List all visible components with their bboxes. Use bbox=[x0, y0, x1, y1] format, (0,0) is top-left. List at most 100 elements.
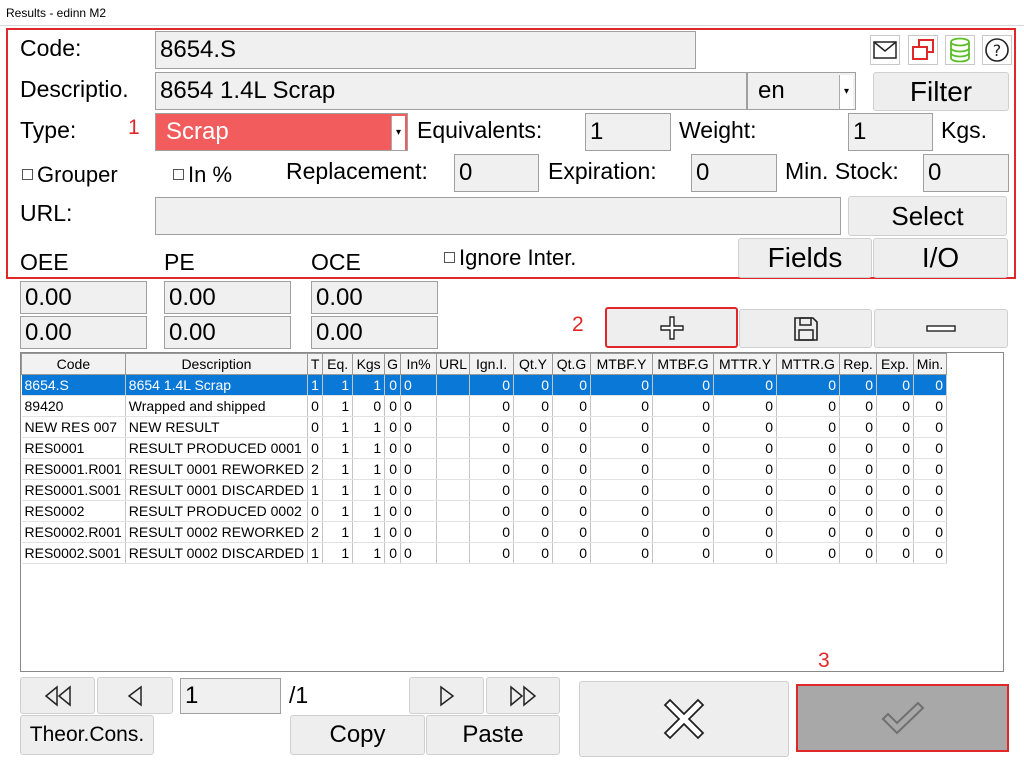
add-button[interactable] bbox=[605, 307, 738, 348]
table-cell: 1 bbox=[352, 542, 386, 564]
language-select[interactable]: en ▾ bbox=[747, 72, 856, 110]
code-field[interactable]: 8654.S bbox=[155, 31, 696, 69]
cancel-button[interactable] bbox=[579, 681, 789, 757]
dropdown-arrow-icon[interactable]: ▾ bbox=[391, 116, 405, 150]
svg-text:?: ? bbox=[993, 41, 1002, 60]
type-select[interactable]: Scrap ▾ bbox=[155, 113, 408, 151]
ignore-inter-checkbox[interactable]: Ignore Inter. bbox=[444, 244, 576, 272]
paste-button[interactable]: Paste bbox=[426, 715, 560, 755]
column-header[interactable]: URL bbox=[436, 353, 471, 375]
column-header[interactable]: In% bbox=[400, 353, 438, 375]
table-row[interactable]: RES0002.R001 RESULT 0002 REWORKED 2 1 1 0 0 0 0 0… bbox=[21, 521, 948, 543]
table-cell: 0 bbox=[713, 395, 778, 417]
last-page-icon bbox=[510, 684, 537, 707]
results-grid[interactable]: Code Description T Eq. Kgs G In% URL Ign.I. Qt.Y Q… bbox=[20, 352, 1004, 672]
checkbox-box[interactable] bbox=[444, 252, 455, 263]
fields-button[interactable]: Fields bbox=[738, 238, 872, 278]
first-page-button[interactable] bbox=[20, 677, 95, 714]
next-page-button[interactable] bbox=[409, 677, 484, 714]
table-cell: 0 bbox=[307, 437, 324, 459]
select-button[interactable]: Select bbox=[848, 196, 1007, 236]
table-cell bbox=[436, 437, 471, 459]
theor-cons-button[interactable]: Theor.Cons. bbox=[20, 715, 154, 755]
column-header[interactable]: Min. bbox=[913, 353, 948, 375]
table-cell: 0 bbox=[876, 374, 915, 396]
column-header[interactable]: Kgs bbox=[352, 353, 386, 375]
oee-value-1: 0.00 bbox=[20, 281, 147, 314]
io-button[interactable]: I/O bbox=[873, 238, 1008, 278]
column-header[interactable]: Code bbox=[21, 353, 126, 375]
weight-field[interactable]: 1 bbox=[848, 113, 933, 151]
table-row[interactable]: 8654.S 8654 1.4L Scrap 1 1 1 0 0 0 0 0 0 0 0 0 0 0 0 bbox=[21, 374, 948, 396]
table-cell: 0 bbox=[552, 416, 592, 438]
table-cell: 0 bbox=[469, 374, 515, 396]
table-cell: 8654.S bbox=[21, 374, 126, 396]
table-cell: 0 bbox=[552, 395, 592, 417]
mail-icon[interactable] bbox=[870, 35, 900, 65]
replacement-field[interactable]: 0 bbox=[454, 154, 539, 192]
table-cell: 1 bbox=[352, 500, 386, 522]
help-icon[interactable]: ? bbox=[982, 35, 1012, 65]
table-row[interactable]: RES0002 RESULT PRODUCED 0002 0 1 1 0 0 0 0 0 0 0 0 0 0… bbox=[21, 500, 948, 522]
prev-page-button[interactable] bbox=[97, 677, 173, 714]
table-cell: 0 bbox=[839, 500, 878, 522]
column-header[interactable]: MTTR.Y bbox=[713, 353, 778, 375]
table-cell: 0 bbox=[652, 542, 715, 564]
table-cell: RES0002.S001 bbox=[21, 542, 126, 564]
windows-icon[interactable] bbox=[908, 35, 938, 65]
table-row[interactable]: RES0001 RESULT PRODUCED 0001 0 1 1 0 0 0 0 0 0 0 0 0 0… bbox=[21, 437, 948, 459]
column-header[interactable]: Eq. bbox=[322, 353, 354, 375]
column-header[interactable]: Qt.G bbox=[552, 353, 592, 375]
table-row[interactable]: RES0001.S001 RESULT 0001 DISCARDED 1 1 1 0 0 0 0… bbox=[21, 479, 948, 501]
confirm-icon bbox=[881, 701, 924, 735]
confirm-button[interactable] bbox=[796, 684, 1009, 752]
dropdown-arrow-icon[interactable]: ▾ bbox=[839, 75, 853, 109]
table-cell: 0 bbox=[876, 395, 915, 417]
column-header[interactable]: Exp. bbox=[876, 353, 915, 375]
table-row[interactable]: RES0002.S001 RESULT 0002 DISCARDED 1 1 1 0 0 0 0… bbox=[21, 542, 948, 564]
column-header[interactable]: G bbox=[384, 353, 402, 375]
checkbox-box[interactable] bbox=[173, 169, 184, 180]
table-cell: 0 bbox=[713, 500, 778, 522]
table-cell: 1 bbox=[352, 416, 386, 438]
table-cell: 0 bbox=[776, 521, 841, 543]
column-header[interactable]: MTTR.G bbox=[776, 353, 841, 375]
column-header[interactable]: Rep. bbox=[839, 353, 878, 375]
description-field[interactable]: 8654 1.4L Scrap bbox=[155, 72, 747, 110]
table-cell: 0 bbox=[552, 500, 592, 522]
expiration-field[interactable]: 0 bbox=[691, 154, 777, 192]
url-field[interactable] bbox=[155, 197, 841, 235]
column-header[interactable]: MTBF.Y bbox=[590, 353, 654, 375]
page-number-field[interactable]: 1 bbox=[180, 678, 281, 714]
equivalents-field[interactable]: 1 bbox=[585, 113, 671, 151]
database-icon[interactable] bbox=[945, 35, 975, 65]
column-header[interactable]: Description bbox=[124, 353, 309, 375]
remove-button[interactable] bbox=[874, 309, 1008, 348]
table-row[interactable]: NEW RES 007 NEW RESULT 0 1 1 0 0 0 0 0 0 0 0 0 0 0 0 bbox=[21, 416, 948, 438]
table-cell: 0 bbox=[469, 437, 515, 459]
checkbox-box[interactable] bbox=[22, 169, 33, 180]
table-cell: 0 bbox=[513, 542, 554, 564]
window-title: Results - edinn M2 bbox=[0, 0, 1024, 26]
grouper-label: Grouper bbox=[37, 162, 118, 187]
filter-button[interactable]: Filter bbox=[873, 72, 1009, 111]
table-row[interactable]: 89420 Wrapped and shipped 0 1 0 0 0 0 0 0 0 0 0 0 0 0 0 bbox=[21, 395, 948, 417]
grouper-checkbox[interactable]: Grouper bbox=[22, 161, 118, 189]
column-header[interactable]: Qt.Y bbox=[513, 353, 554, 375]
save-button[interactable] bbox=[739, 309, 872, 348]
table-row[interactable]: RES0001.R001 RESULT 0001 REWORKED 2 1 1 0 0 0 0 0… bbox=[21, 458, 948, 480]
copy-button[interactable]: Copy bbox=[290, 715, 425, 755]
table-cell: 0 bbox=[384, 374, 402, 396]
column-header[interactable]: Ign.I. bbox=[469, 353, 515, 375]
min-stock-field[interactable]: 0 bbox=[923, 154, 1009, 192]
last-page-button[interactable] bbox=[486, 677, 560, 714]
column-header[interactable]: MTBF.G bbox=[652, 353, 715, 375]
table-cell: 8654 1.4L Scrap bbox=[125, 374, 309, 396]
in-percent-checkbox[interactable]: In % bbox=[173, 161, 232, 189]
table-cell: 0 bbox=[713, 542, 778, 564]
table-cell: 0 bbox=[776, 374, 841, 396]
table-cell: 89420 bbox=[21, 395, 126, 417]
pe-value-2: 0.00 bbox=[164, 316, 291, 349]
table-cell: 2 bbox=[307, 521, 324, 543]
column-header[interactable]: T bbox=[307, 353, 324, 375]
